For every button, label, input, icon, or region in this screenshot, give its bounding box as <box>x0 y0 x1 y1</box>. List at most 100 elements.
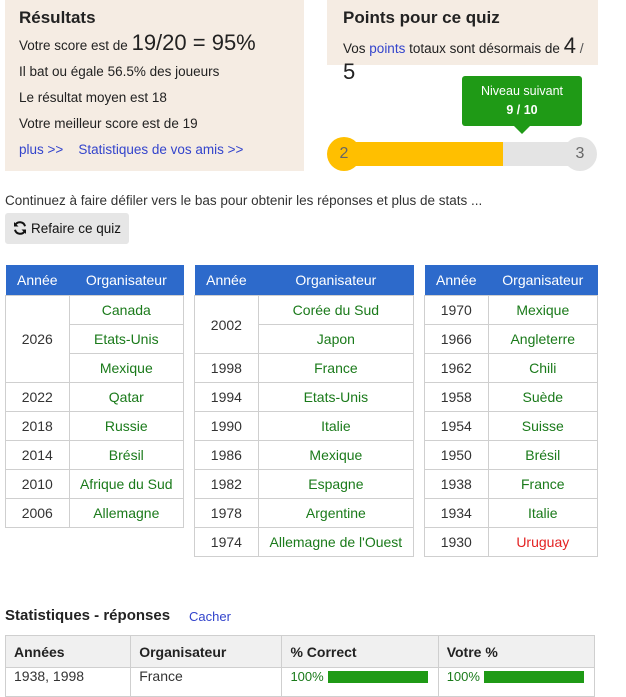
hosts-header-row: Année Organisateur <box>194 265 414 296</box>
year-cell: 1994 <box>194 382 259 412</box>
year-cell: 1998 <box>194 353 259 383</box>
year-cell: 2006 <box>5 498 70 528</box>
host-cell: Argentine <box>257 498 415 528</box>
host-cell: Canada <box>68 295 185 325</box>
best-line: Votre meilleur score est de 19 <box>19 116 198 131</box>
table-row: 1986 Mexique <box>194 440 415 470</box>
hosts-header-row: Année Organisateur <box>5 265 184 296</box>
beat-line: Il bat ou égale 56.5% des joueurs <box>19 64 220 79</box>
year-cell: 1974 <box>194 527 259 557</box>
host-cell: Japon <box>257 324 415 354</box>
year-cell: 1990 <box>194 411 259 441</box>
year-cell: 2002 <box>194 295 259 354</box>
points-title: Points pour ce quiz <box>343 8 500 27</box>
year-cell: 2026 <box>5 295 70 383</box>
table-row: 1938 France <box>424 469 599 499</box>
host-cell: Brésil <box>487 440 599 470</box>
hide-stats-link[interactable]: Cacher <box>189 609 231 624</box>
hosts-table-3: Année Organisateur 1970 Mexique 1966 Angleter… <box>424 265 599 557</box>
stats-column-header: Années <box>4 635 132 668</box>
retry-quiz-button[interactable]: Refaire ce quiz <box>5 213 129 244</box>
friends-stats-link[interactable]: Statistiques de vos amis >> <box>78 142 243 157</box>
table-row: 1970 Mexique <box>424 295 599 325</box>
host-cell: Mexique <box>487 295 599 325</box>
host-cell: Etats-Unis <box>68 324 185 354</box>
year-column-header: Année <box>5 265 70 296</box>
host-cell: France <box>487 469 599 499</box>
host-cell: Qatar <box>68 382 185 412</box>
stats-percent-cell: 100% <box>437 667 596 697</box>
year-cell: 1978 <box>194 498 259 528</box>
table-row: 1930 Uruguay <box>424 527 599 557</box>
table-row: 1990 Italie <box>194 411 415 441</box>
year-column-header: Année <box>424 265 489 296</box>
hosts-table-2: Année Organisateur 2002 Corée du Sud Japon 19… <box>194 265 415 557</box>
table-row: 2018 Russie <box>5 411 185 441</box>
retry-quiz-label: Refaire ce quiz <box>31 221 122 236</box>
percent-label: 100% <box>290 669 324 684</box>
points-suffix: totaux sont désormais de <box>409 41 560 56</box>
table-row: 2002 Corée du Sud <box>194 295 415 354</box>
host-cell: Suisse <box>487 411 599 441</box>
host-column-header: Organisateur <box>258 265 414 296</box>
host-cell: Corée du Sud <box>257 295 415 325</box>
hosts-header-row: Année Organisateur <box>424 265 598 296</box>
host-cell: Russie <box>68 411 185 441</box>
year-cell: 2022 <box>5 382 70 412</box>
stats-row: 1938, 1998 France 100% 100% <box>4 667 596 697</box>
table-row: 1998 France <box>194 353 415 383</box>
score-prefix: Votre score est de <box>19 38 128 53</box>
year-cell: 2018 <box>5 411 70 441</box>
points-link[interactable]: points <box>369 41 405 56</box>
host-cell: Espagne <box>257 469 415 499</box>
next-level-badge: 3 <box>563 137 597 171</box>
next-level-value: 9 / 10 <box>506 103 538 117</box>
host-cell: Brésil <box>68 440 185 470</box>
stats-column-header: % Correct <box>281 635 439 668</box>
host-cell: Mexique <box>257 440 415 470</box>
year-cell: 2010 <box>5 469 70 499</box>
stats-host-cell: France <box>130 667 283 697</box>
table-row: 1950 Brésil <box>424 440 599 470</box>
stats-percent-cell: 100% <box>281 667 439 697</box>
table-row: 1954 Suisse <box>424 411 599 441</box>
table-row: 2010 Afrique du Sud <box>5 469 185 499</box>
table-row: 1962 Chili <box>424 353 599 383</box>
year-cell: 1954 <box>424 411 489 441</box>
current-level-badge: 2 <box>327 137 361 171</box>
table-row: 1994 Etats-Unis <box>194 382 415 412</box>
stats-column-header: Votre % <box>437 635 596 668</box>
table-row: 2022 Qatar <box>5 382 185 412</box>
level-progress-fill <box>344 142 504 166</box>
host-cell: Allemagne <box>68 498 185 528</box>
year-cell: 1930 <box>424 527 489 557</box>
results-title: Résultats <box>19 8 96 27</box>
more-link[interactable]: plus >> <box>19 142 63 157</box>
host-cell: Mexique <box>68 353 185 383</box>
table-row: 1978 Argentine <box>194 498 415 528</box>
table-row: 2006 Allemagne <box>5 498 185 528</box>
table-row: 2014 Brésil <box>5 440 185 470</box>
percent-label: 100% <box>446 669 480 684</box>
host-column-header: Organisateur <box>69 265 184 296</box>
level-progress-bar <box>344 142 580 166</box>
host-cell: Italie <box>257 411 415 441</box>
year-cell: 1982 <box>194 469 259 499</box>
year-cell: 1986 <box>194 440 259 470</box>
points-prefix: Vos <box>343 41 366 56</box>
stats-column-header: Organisateur <box>130 635 283 668</box>
table-row: 1974 Allemagne de l'Ouest <box>194 527 415 557</box>
host-cell: Allemagne de l'Ouest <box>257 527 415 557</box>
stats-table: Années Organisateur% Correct Votre % 1938, … <box>4 635 596 697</box>
year-cell: 1970 <box>424 295 489 325</box>
stats-header-row: Années Organisateur% Correct Votre % <box>4 635 596 668</box>
hosts-table-1: Année Organisateur 2026 Canada Etats-Unis Mex… <box>5 265 185 528</box>
points-card: Points pour ce quiz Vos points totaux so… <box>327 0 598 84</box>
results-card: Résultats Votre score est de 19/20 = 95%… <box>5 0 304 171</box>
host-cell: Etats-Unis <box>257 382 415 412</box>
average-line: Le résultat moyen est 18 <box>19 90 167 105</box>
year-cell: 2014 <box>5 440 70 470</box>
host-cell: Italie <box>487 498 599 528</box>
host-cell: Afrique du Sud <box>68 469 185 499</box>
host-cell: Chili <box>487 353 599 383</box>
